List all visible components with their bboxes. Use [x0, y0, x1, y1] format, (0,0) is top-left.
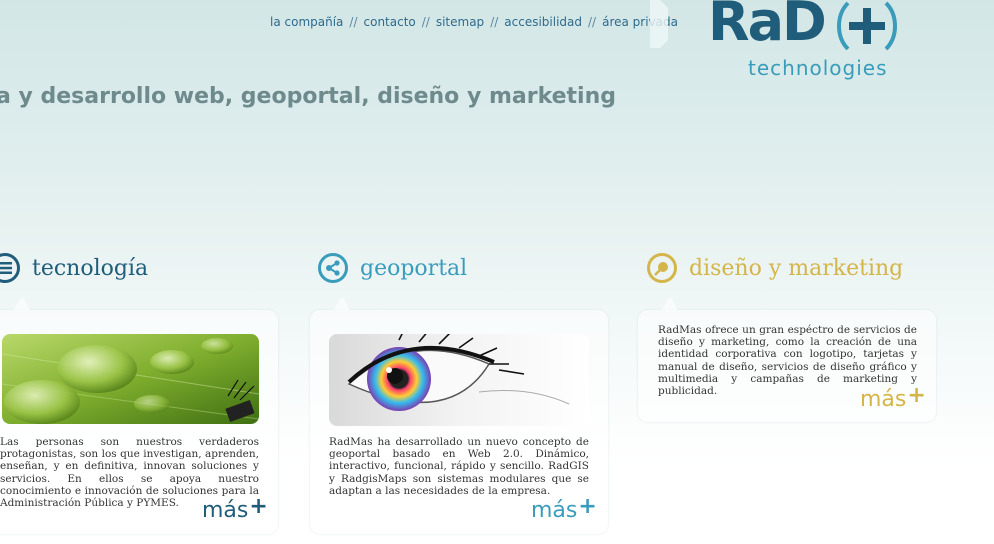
plus-icon: + [249, 494, 268, 519]
logo-wordmark: RaD [708, 0, 827, 53]
nav-link-sitemap[interactable]: sitemap [436, 15, 484, 29]
nav-separator: // [349, 15, 358, 29]
more-label: más [531, 498, 578, 523]
more-label: más [860, 387, 907, 412]
share-icon [318, 253, 348, 283]
section-heading-geoportal[interactable]: geoportal [318, 253, 467, 283]
plus-icon: + [907, 383, 926, 408]
top-navigation: la compañía // contacto // sitemap // accesibi… [270, 15, 678, 29]
nav-link-contact[interactable]: contacto [364, 15, 416, 29]
brush-icon [647, 253, 677, 283]
water-drops-image [2, 334, 259, 424]
section-heading-design-marketing[interactable]: diseño y marketing [647, 253, 903, 283]
more-link-geoportal[interactable]: más + [531, 494, 597, 524]
tagline: a y desarrollo web, geoportal, diseño y … [0, 84, 616, 109]
colorful-eye-image [329, 334, 589, 426]
card-notch [14, 296, 30, 310]
nav-link-accessibility[interactable]: accesibilidad [504, 15, 582, 29]
nav-tab-decoration [650, 0, 668, 48]
section-heading-technology[interactable]: tecnología [0, 253, 148, 283]
nav-separator: // [490, 15, 499, 29]
more-link-design-marketing[interactable]: más + [860, 383, 926, 413]
card-notch [662, 296, 678, 310]
nav-link-company[interactable]: la compañía [270, 15, 343, 29]
section-title: diseño y marketing [689, 255, 904, 281]
nav-separator: // [421, 15, 430, 29]
card-notch [334, 296, 350, 310]
plus-icon: + [578, 494, 597, 519]
logo-plus-icon [837, 1, 897, 51]
section-title: geoportal [360, 255, 468, 281]
more-label: más [202, 498, 249, 523]
geoportal-description: RadMas ha desarrollado un nuevo concepto… [329, 436, 589, 497]
nav-separator: // [588, 15, 597, 29]
section-title: tecnología [32, 255, 149, 281]
more-link-technology[interactable]: más + [202, 494, 268, 524]
list-icon [0, 253, 20, 283]
logo-subtitle: technologies [748, 56, 888, 80]
